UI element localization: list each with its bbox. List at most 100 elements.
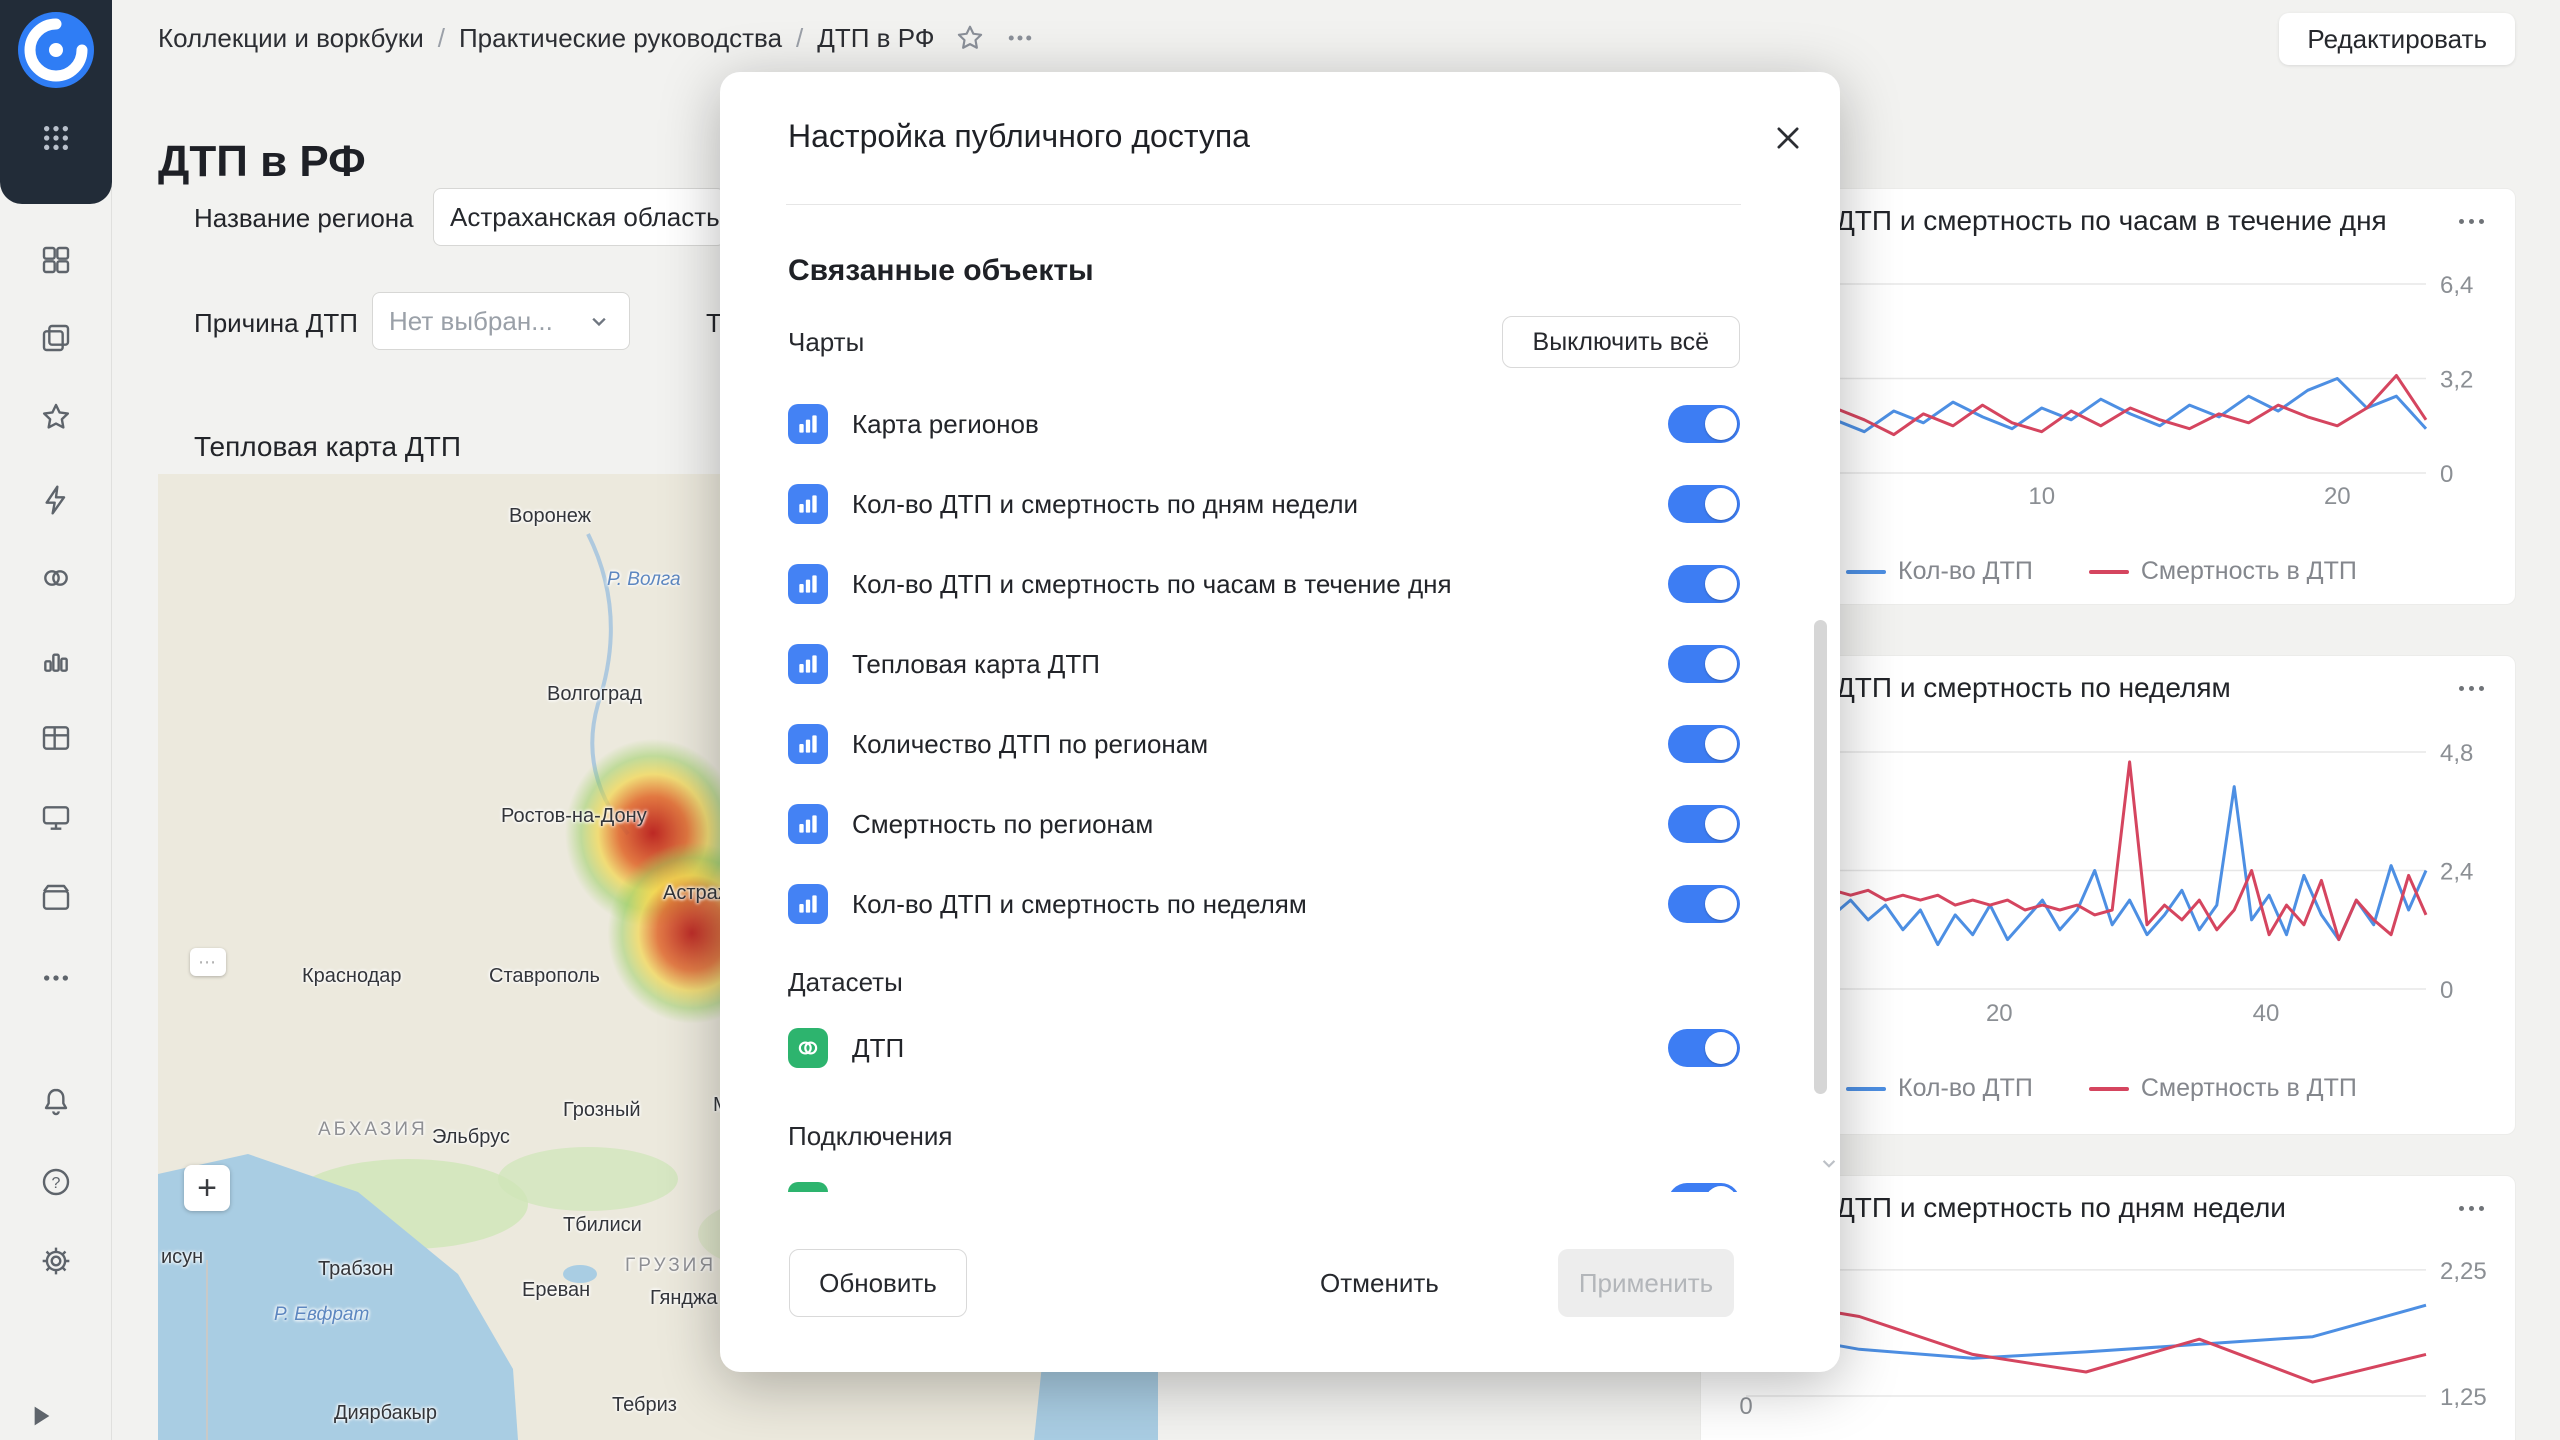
svg-text:?: ?: [52, 1175, 61, 1192]
chart-toggle[interactable]: [1668, 565, 1740, 603]
workbooks-icon[interactable]: [34, 316, 78, 360]
cancel-button[interactable]: Отменить: [1296, 1249, 1463, 1317]
dataset-toggle[interactable]: [1668, 1029, 1740, 1067]
chart-row-label: Карта регионов: [852, 409, 1039, 440]
quick-actions-lightning-icon[interactable]: [34, 478, 78, 522]
legend-item: Смертность в ДТП: [2089, 1074, 2357, 1103]
chart-row-label: Кол-во ДТП и смертность по дням недели: [852, 489, 1358, 520]
dataset-row: ДТП: [788, 1008, 1740, 1088]
cause-filter-value: Нет выбран...: [389, 306, 553, 337]
chart-icon: [788, 804, 828, 844]
cause-filter-select[interactable]: Нет выбран...: [372, 292, 630, 350]
close-icon[interactable]: [1766, 116, 1810, 160]
svg-text:6,4: 6,4: [2440, 272, 2473, 299]
edit-button[interactable]: Редактировать: [2279, 13, 2515, 65]
zoom-in-button[interactable]: +: [184, 1165, 230, 1211]
map-label-city: Гянджа: [650, 1287, 718, 1310]
help-icon[interactable]: ?: [34, 1160, 78, 1204]
dashboards-icon[interactable]: [34, 238, 78, 282]
storage-box-icon[interactable]: [34, 876, 78, 920]
svg-text:0: 0: [1739, 1393, 1752, 1420]
chart-row: Кол-во ДТП и смертность по часам в течен…: [788, 544, 1740, 624]
tables-icon[interactable]: [34, 716, 78, 760]
map-label-city: Волгоград: [547, 683, 642, 706]
map-label-region: ГРУЗИЯ: [625, 1255, 716, 1277]
svg-text:3,2: 3,2: [2440, 367, 2473, 394]
map-label-city: Ставрополь: [489, 965, 600, 988]
related-objects-heading: Связанные объекты: [788, 254, 1740, 290]
datasets-icon[interactable]: [34, 556, 78, 600]
svg-text:0: 0: [2440, 977, 2453, 1004]
chart-toggle[interactable]: [1668, 645, 1740, 683]
svg-text:0: 0: [2440, 461, 2453, 488]
legend-line-blue: [1846, 570, 1886, 574]
more-ellipsis-icon[interactable]: [34, 956, 78, 1000]
chart-legend: Кол-во ДТП Смертность в ДТП: [1846, 557, 2357, 586]
svg-text:20: 20: [1986, 1000, 2013, 1027]
svg-text:10: 10: [2028, 483, 2055, 510]
settings-gear-icon[interactable]: [34, 1239, 78, 1283]
breadcrumb-more-icon[interactable]: [1005, 23, 1035, 53]
app-screen: ? Коллекции и воркбуки / Практические ру…: [0, 0, 2560, 1440]
notifications-bell-icon[interactable]: [34, 1080, 78, 1124]
charts-group-label: Чарты: [788, 327, 864, 358]
chart-legend: Кол-во ДТП Смертность в ДТП: [1846, 1074, 2357, 1103]
chart-toggle[interactable]: [1668, 725, 1740, 763]
map-label-city: Ростов-на-Дону: [501, 805, 647, 828]
breadcrumb-current[interactable]: ДТП в РФ: [817, 23, 934, 54]
legend-label: Смертность в ДТП: [2141, 557, 2357, 586]
map-label-region: АБХАЗИЯ: [318, 1119, 428, 1141]
breadcrumb-collections[interactable]: Коллекции и воркбуки: [158, 23, 424, 54]
modal-scrollbar-thumb[interactable]: [1814, 620, 1827, 1094]
chart-row: Кол-во ДТП и смертность по неделям: [788, 864, 1740, 944]
chart-icon: [788, 404, 828, 444]
connection-toggle[interactable]: [1668, 1183, 1740, 1192]
chart-toggle[interactable]: [1668, 405, 1740, 443]
map-label-city: Диярбакыр: [334, 1402, 437, 1425]
disable-all-button[interactable]: Выключить всё: [1502, 316, 1740, 368]
line-chart-weekdays: 2,251,250: [1746, 1256, 2516, 1440]
map-label-water: Р. Волга: [607, 569, 681, 591]
modal-title: Настройка публичного доступа: [788, 118, 1250, 155]
favorite-star-icon[interactable]: [955, 23, 985, 53]
apply-button[interactable]: Применить: [1558, 1249, 1734, 1317]
chart-menu-button[interactable]: [2449, 1190, 2493, 1226]
chart-toggle[interactable]: [1668, 805, 1740, 843]
map-label-water: Р. Евфрат: [274, 1304, 369, 1326]
svg-text:40: 40: [2253, 1000, 2280, 1027]
charts-icon[interactable]: [34, 638, 78, 682]
chart-toggle[interactable]: [1668, 885, 1740, 923]
region-filter-label: Название региона: [194, 203, 414, 234]
legend-line-blue: [1846, 1087, 1886, 1091]
region-filter-select[interactable]: Астраханская область: [433, 188, 725, 246]
map-label-city: Воронеж: [509, 505, 591, 528]
chart-menu-button[interactable]: [2449, 203, 2493, 239]
legend-label: Кол-во ДТП: [1898, 557, 2033, 586]
charts-toggle-list: Карта регионов Кол-во ДТП и смертность п…: [788, 384, 1740, 944]
cause-filter-label: Причина ДТП: [194, 308, 358, 339]
svg-text:2,4: 2,4: [2440, 859, 2473, 886]
chart-toggle[interactable]: [1668, 485, 1740, 523]
legend-label: Смертность в ДТП: [2141, 1074, 2357, 1103]
chart-row: Карта регионов: [788, 384, 1740, 464]
chart-row-label: Смертность по регионам: [852, 809, 1153, 840]
zoom-slider-track: [206, 1260, 208, 1440]
datalens-logo-icon[interactable]: [16, 10, 96, 90]
chart-row-label: Тепловая карта ДТП: [852, 649, 1100, 680]
collapse-arrow-icon[interactable]: [18, 1394, 62, 1438]
map-section-title: Тепловая карта ДТП: [194, 431, 461, 463]
apps-menu-icon[interactable]: [34, 116, 78, 160]
presentations-icon[interactable]: [34, 796, 78, 840]
chart-icon: [788, 564, 828, 604]
map-label-city: Тебриз: [612, 1394, 677, 1417]
map-label-city: Трабзон: [318, 1258, 393, 1281]
chart-row-label: Количество ДТП по регионам: [852, 729, 1208, 760]
connection-row: [788, 1162, 1740, 1192]
chart-menu-button[interactable]: [2449, 670, 2493, 706]
map-label-city: Тбилиси: [563, 1214, 642, 1237]
zoom-slider-handle[interactable]: ⋯: [190, 948, 226, 976]
breadcrumb-guides[interactable]: Практические руководства: [459, 23, 782, 54]
update-button[interactable]: Обновить: [789, 1249, 967, 1317]
chart-row-label: Кол-во ДТП и смертность по неделям: [852, 889, 1307, 920]
favorites-star-icon[interactable]: [34, 395, 78, 439]
